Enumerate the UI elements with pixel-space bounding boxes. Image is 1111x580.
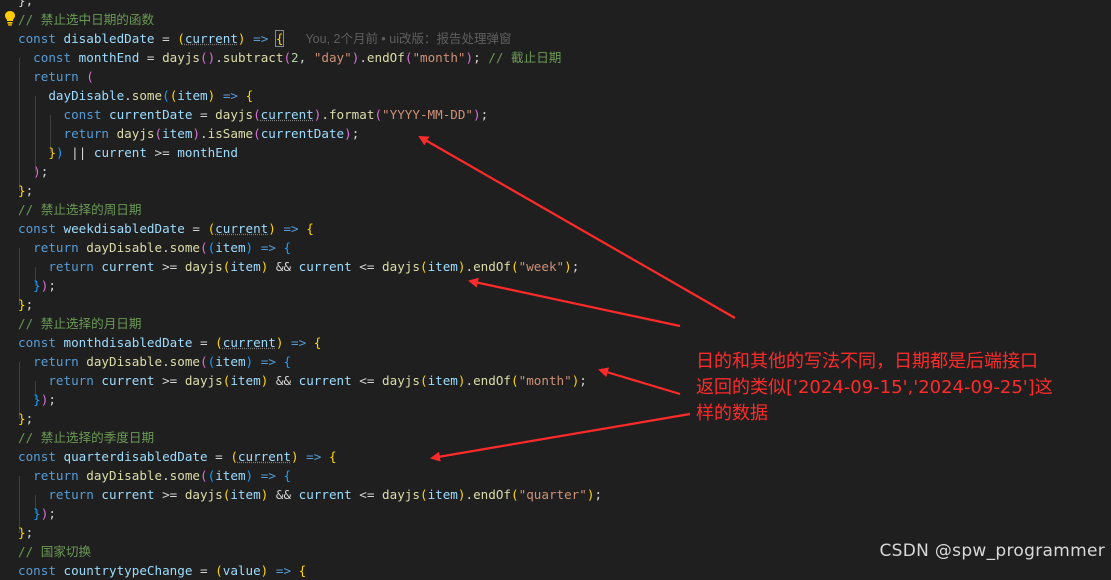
arrow-to-day-function bbox=[418, 136, 736, 319]
annotation-arrows bbox=[418, 136, 736, 462]
annotation-line: 日的和其他的写法不同，日期都是后端接口 bbox=[696, 351, 1038, 372]
annotation-note: 日的和其他的写法不同，日期都是后端接口 返回的类似['2024-09-15','… bbox=[696, 349, 1106, 427]
watermark: CSDN @spw_programmer bbox=[879, 541, 1105, 561]
annotation-line: 返回的类似['2024-09-15','2024-09-25']这 bbox=[696, 377, 1053, 398]
annotation-line: 样的数据 bbox=[696, 403, 768, 424]
arrow-to-week-function bbox=[468, 277, 681, 328]
arrow-to-month-function bbox=[598, 367, 681, 396]
arrow-to-quarter-function bbox=[430, 412, 691, 462]
